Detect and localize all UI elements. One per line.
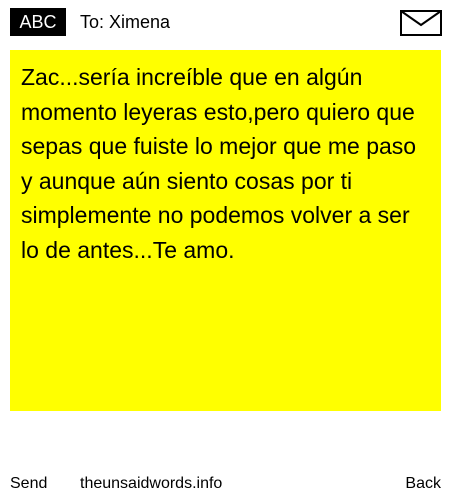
send-button[interactable]: Send [10, 474, 47, 494]
phone-screen: ABC To: Ximena Zac...sería increíble que… [0, 0, 450, 500]
softkey-bar: Send theunsaidwords.info Back [0, 474, 450, 494]
recipient-label: To: Ximena [80, 12, 171, 32]
message-header: ABC To: Ximena [10, 8, 442, 36]
input-mode-indicator: ABC [10, 8, 66, 36]
back-button[interactable]: Back [405, 474, 441, 494]
message-body[interactable]: Zac...sería increíble que en algún momen… [10, 50, 441, 411]
envelope-icon [400, 10, 442, 36]
message-text: Zac...sería increíble que en algún momen… [21, 64, 417, 263]
site-label: theunsaidwords.info [80, 475, 223, 492]
